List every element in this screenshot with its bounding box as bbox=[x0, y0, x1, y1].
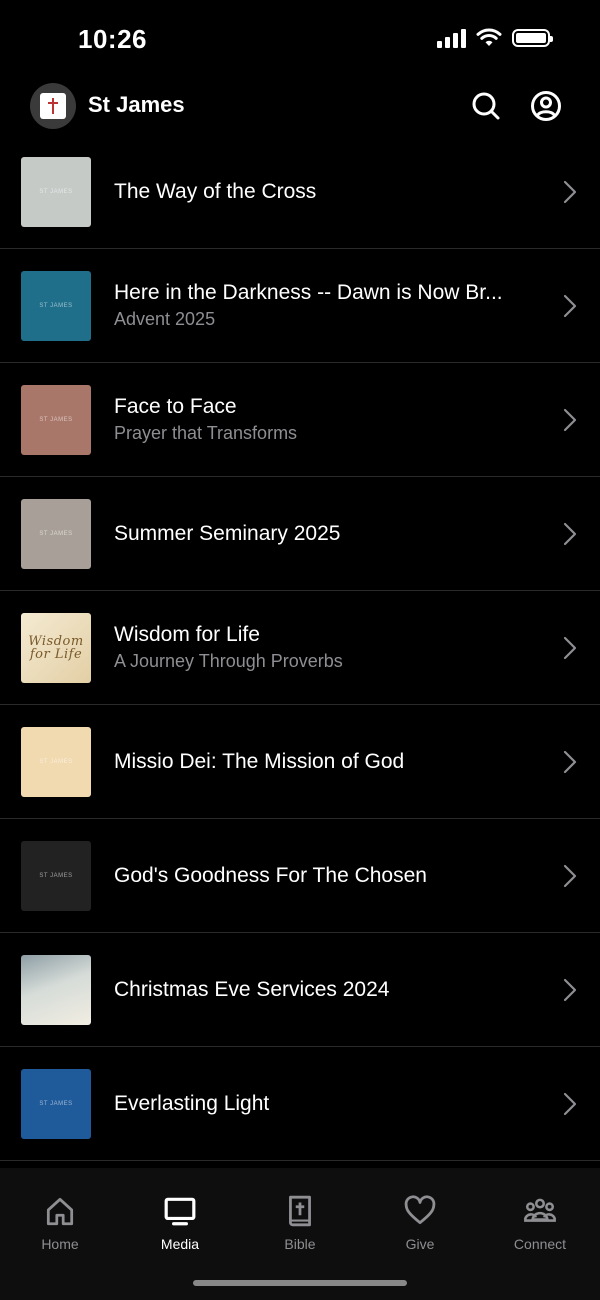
tab-label: Home bbox=[41, 1236, 79, 1252]
tab-give[interactable]: Give bbox=[360, 1194, 480, 1252]
tab-label: Bible bbox=[284, 1236, 316, 1252]
status-icons bbox=[437, 28, 553, 48]
list-item[interactable]: ST JAMES Summer Seminary 2025 bbox=[0, 477, 600, 591]
series-subtitle: Advent 2025 bbox=[114, 309, 216, 329]
list-item[interactable]: ST JAMES Face to Face Prayer that Transfor… bbox=[0, 363, 600, 477]
series-thumbnail: ST JAMES bbox=[21, 157, 91, 227]
chevron-right-icon bbox=[563, 636, 577, 660]
list-item[interactable]: ST JAMES The Way of the Cross bbox=[0, 135, 600, 249]
account-icon bbox=[531, 91, 561, 121]
series-title: Christmas Eve Services 2024 bbox=[114, 977, 390, 1001]
page-title: St James bbox=[88, 92, 185, 117]
cross-logo-icon bbox=[40, 93, 66, 119]
series-thumbnail: ST JAMES bbox=[21, 271, 91, 341]
chevron-right-icon bbox=[563, 522, 577, 546]
search-icon bbox=[472, 92, 500, 120]
list-item-text: Here in the Darkness -- Dawn is Now Br..… bbox=[114, 249, 544, 362]
list-item-text: Christmas Eve Services 2024 bbox=[114, 933, 544, 1046]
series-title: God's Goodness For The Chosen bbox=[114, 863, 427, 887]
profile-button[interactable] bbox=[528, 88, 564, 124]
series-thumbnail: ST JAMES bbox=[21, 841, 91, 911]
thumbnail-logo-text: ST JAMES bbox=[39, 303, 73, 309]
list-item[interactable]: Christmas Eve Services 2024 bbox=[0, 933, 600, 1047]
heart-icon bbox=[360, 1194, 480, 1228]
thumbnail-logo-text: ST JAMES bbox=[39, 531, 73, 537]
series-title: Summer Seminary 2025 bbox=[114, 521, 341, 545]
chevron-right-icon bbox=[563, 750, 577, 774]
list-item[interactable]: ST JAMES Everlasting Light bbox=[0, 1047, 600, 1161]
chevron-right-icon bbox=[563, 978, 577, 1002]
thumbnail-logo-text: Wisdom for Life bbox=[28, 634, 84, 662]
series-title: Everlasting Light bbox=[114, 1091, 270, 1115]
home-icon bbox=[0, 1194, 120, 1228]
chevron-right-icon bbox=[563, 294, 577, 318]
series-title: Wisdom for Life bbox=[114, 623, 260, 646]
series-thumbnail bbox=[21, 955, 91, 1025]
church-logo-avatar[interactable] bbox=[30, 83, 76, 129]
list-item[interactable]: ST JAMES Missio Dei: The Mission of God bbox=[0, 705, 600, 819]
series-title: Missio Dei: The Mission of God bbox=[114, 749, 405, 773]
series-thumbnail: ST JAMES bbox=[21, 1069, 91, 1139]
list-item-text: Wisdom for Life A Journey Through Proverb… bbox=[114, 591, 544, 704]
series-thumbnail: Wisdom for Life bbox=[21, 613, 91, 683]
thumbnail-logo-text: ST JAMES bbox=[39, 189, 73, 195]
cellular-signal-icon bbox=[437, 28, 466, 48]
status-bar: 10:26 bbox=[0, 0, 600, 80]
list-item[interactable]: ST JAMES Here in the Darkness -- Dawn is … bbox=[0, 249, 600, 363]
people-icon bbox=[480, 1194, 600, 1228]
list-item-text: Face to Face Prayer that Transforms bbox=[114, 363, 544, 476]
home-indicator bbox=[193, 1280, 407, 1286]
list-item-text: Missio Dei: The Mission of God bbox=[114, 705, 544, 818]
battery-icon bbox=[512, 29, 553, 47]
chevron-right-icon bbox=[563, 180, 577, 204]
tab-bible[interactable]: Bible bbox=[240, 1194, 360, 1252]
tab-label: Connect bbox=[513, 1236, 567, 1252]
series-title: Face to Face bbox=[114, 395, 237, 418]
bible-icon bbox=[240, 1194, 360, 1228]
series-subtitle: Prayer that Transforms bbox=[114, 423, 298, 443]
list-item[interactable]: Wisdom for Life Wisdom for Life A Journey … bbox=[0, 591, 600, 705]
list-item-text: God's Goodness For The Chosen bbox=[114, 819, 544, 932]
series-subtitle: A Journey Through Proverbs bbox=[114, 651, 343, 671]
chevron-right-icon bbox=[563, 864, 577, 888]
chevron-right-icon bbox=[563, 408, 577, 432]
series-thumbnail: ST JAMES bbox=[21, 727, 91, 797]
series-thumbnail: ST JAMES bbox=[21, 499, 91, 569]
list-item-text: Everlasting Light bbox=[114, 1047, 544, 1160]
tab-home[interactable]: Home bbox=[0, 1194, 120, 1252]
thumbnail-logo-text: ST JAMES bbox=[39, 873, 73, 879]
tab-media[interactable]: Media bbox=[120, 1194, 240, 1252]
list-item-text: Summer Seminary 2025 bbox=[114, 477, 544, 590]
chevron-right-icon bbox=[563, 1092, 577, 1116]
thumbnail-logo-text: ST JAMES bbox=[39, 759, 73, 765]
wifi-icon bbox=[476, 28, 502, 46]
status-time: 10:26 bbox=[78, 24, 147, 54]
series-title: The Way of the Cross bbox=[114, 179, 317, 203]
list-item-text: The Way of the Cross bbox=[114, 135, 544, 248]
list-item[interactable]: ST JAMES God's Goodness For The Chosen bbox=[0, 819, 600, 933]
search-button[interactable] bbox=[468, 88, 504, 124]
app-header: St James bbox=[0, 80, 600, 140]
tab-connect[interactable]: Connect bbox=[480, 1194, 600, 1252]
media-series-list: ST JAMES The Way of the Cross ST JAMES Here… bbox=[0, 135, 600, 1161]
thumbnail-logo-text: ST JAMES bbox=[39, 417, 73, 423]
tab-label: Give bbox=[405, 1236, 435, 1252]
tv-icon bbox=[120, 1194, 240, 1228]
series-title: Here in the Darkness -- Dawn is Now Br..… bbox=[114, 281, 503, 304]
tab-label: Media bbox=[160, 1236, 200, 1252]
thumbnail-logo-text: ST JAMES bbox=[39, 1101, 73, 1107]
series-thumbnail: ST JAMES bbox=[21, 385, 91, 455]
